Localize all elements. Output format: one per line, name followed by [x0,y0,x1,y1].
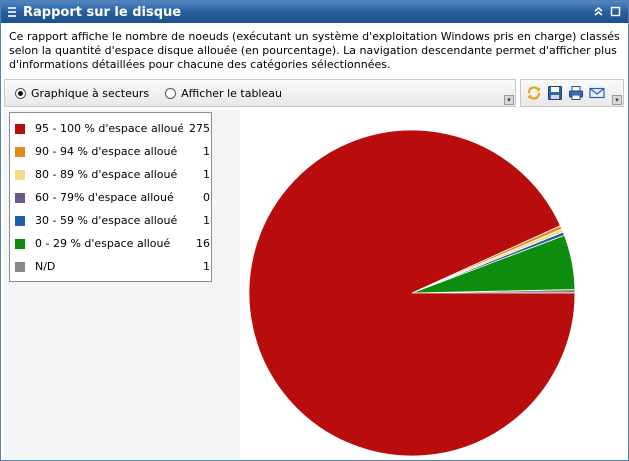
legend-value: 16 [196,237,210,250]
legend-label: 30 - 59 % d'espace alloué [35,214,178,227]
legend-swatch [15,238,25,249]
save-button[interactable] [546,85,563,102]
legend-item[interactable]: N/D 1 [10,255,211,278]
legend-value: 1 [203,214,210,227]
legend-swatch [15,215,25,226]
legend-label: 95 - 100 % d'espace alloué [35,122,183,135]
radio-show-table-dot[interactable] [165,87,177,99]
legend-label: 0 - 29 % d'espace alloué [35,237,171,250]
refresh-icon [527,86,540,100]
pie-chart [248,129,576,457]
legend-item[interactable]: 95 - 100 % d'espace alloué 275 [10,117,211,140]
drag-handle-icon[interactable] [8,7,16,17]
legend-swatch [15,146,25,157]
legend-swatch [15,261,25,272]
legend-swatch [15,169,25,180]
legend-item[interactable]: 0 - 29 % d'espace alloué 16 [10,232,211,255]
legend-value: 1 [203,168,210,181]
title-bar: Rapport sur le disque [1,1,628,23]
chart-area: 95 - 100 % d'espace alloué 275 90 - 94 % d… [4,109,626,459]
legend-item[interactable]: 30 - 59 % d'espace alloué 1 [10,209,211,232]
print-icon [568,86,583,100]
toolbar: Graphique à secteurs Afficher le tableau… [4,79,624,107]
collapse-button[interactable] [592,5,605,18]
action-icons [520,79,624,107]
legend-item[interactable]: 90 - 94 % d'espace alloué 1 [10,140,211,163]
save-icon [547,86,562,100]
legend-label: 80 - 89 % d'espace alloué [35,168,178,181]
maximize-button[interactable] [609,5,622,18]
legend-label: N/D [35,260,56,273]
chart-legend: 95 - 100 % d'espace alloué 275 90 - 94 % d… [9,112,212,282]
legend-value: 275 [189,122,210,135]
email-button[interactable] [588,85,605,102]
radio-show-table[interactable]: Afficher le tableau [165,87,282,100]
radio-pie-chart-label[interactable]: Graphique à secteurs [31,87,149,100]
report-description: Ce rapport affiche le nombre de noeuds (… [9,30,620,71]
legend-value: 0 [203,191,210,204]
radio-pie-chart[interactable]: Graphique à secteurs [15,87,149,100]
print-button[interactable] [567,85,584,102]
view-selector: Graphique à secteurs Afficher le tableau [4,79,516,107]
pie-chart-container [240,109,626,459]
double-chevron-up-icon [594,6,603,16]
legend-swatch [15,123,25,134]
disk-report-panel: Rapport sur le disque Ce rapport affiche… [0,0,629,461]
window-title: Rapport sur le disque [23,4,182,20]
legend-value: 1 [203,145,210,158]
view-options-dropdown[interactable]: ▾ [504,95,514,105]
email-icon [588,87,605,99]
legend-item[interactable]: 60 - 79% d'espace alloué 0 [10,186,211,209]
radio-show-table-label[interactable]: Afficher le tableau [181,87,282,100]
legend-item[interactable]: 80 - 89 % d'espace alloué 1 [10,163,211,186]
radio-pie-chart-dot[interactable] [15,87,26,99]
legend-value: 1 [203,260,210,273]
legend-label: 90 - 94 % d'espace alloué [35,145,178,158]
maximize-icon [610,6,621,17]
refresh-button[interactable] [525,85,542,102]
legend-label: 60 - 79% d'espace alloué [35,191,174,204]
actions-dropdown[interactable]: ▾ [612,95,622,105]
pie-slice[interactable] [248,129,576,457]
legend-swatch [15,192,25,203]
